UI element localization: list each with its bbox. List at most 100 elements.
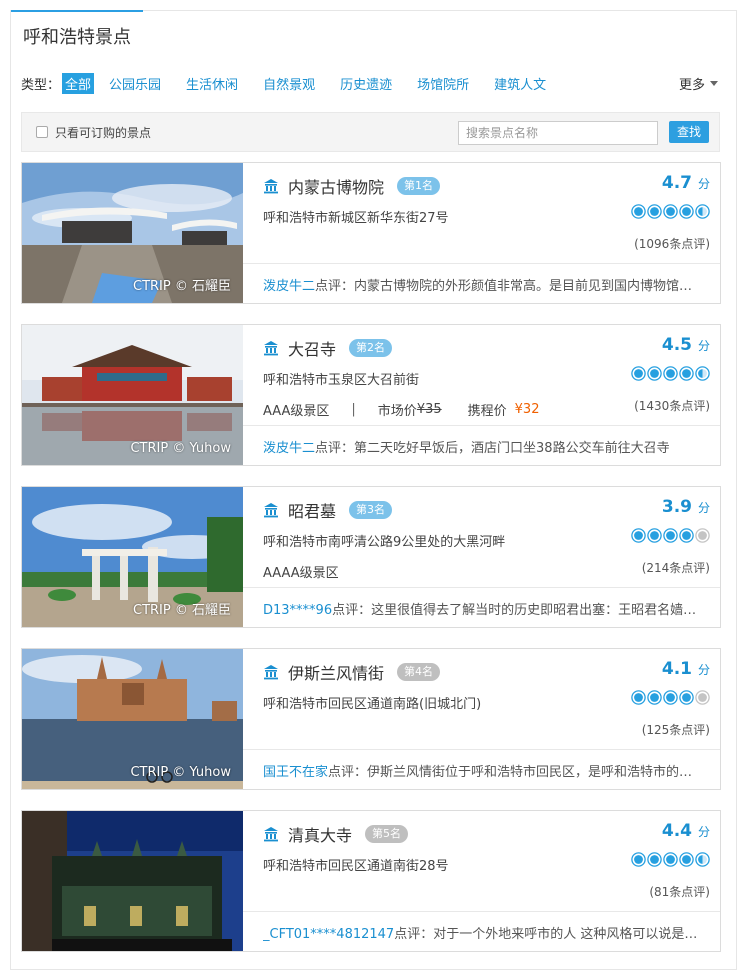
comment-text: 第二天吃好早饭后，酒店门口坐38路公交车前往大召寺 (354, 441, 670, 456)
rating-stars (630, 204, 710, 223)
caret-down-icon (710, 80, 718, 86)
type-filter-bar: 类型： 全部 公园乐园 生活休闲 自然景观 历史遗迹 场馆院所 建筑人文 更多 (21, 72, 718, 94)
comment-user-link[interactable]: D13****96 (263, 603, 332, 618)
spot-title-row: 清真大寺 第5名 (263, 822, 409, 846)
rating-star-icon (630, 528, 646, 547)
rating-star-icon (646, 528, 662, 547)
filter-leisure[interactable]: 生活休闲 (183, 73, 241, 94)
spot-card[interactable]: CTRIP © Yuhow 大召寺 第2名 呼和浩特市玉泉区大召前街 AAA级景… (21, 324, 721, 466)
rank-badge: 第2名 (349, 339, 393, 357)
ctrip-price-label: 携程价 (467, 404, 507, 419)
comment-text: 这里很值得去了解当时的历史即昭君出塞：王昭君名嫱字昭君 (371, 603, 700, 618)
score-value: 4.7 (661, 173, 692, 193)
review-count-link[interactable]: (81条点评) (649, 883, 710, 900)
top-comment[interactable]: _CFT01****4812147点评：对于一个外地来呼市的人 这种风格可以说是… (263, 923, 700, 942)
spot-address: 呼和浩特市回民区通道南街28号 (263, 859, 449, 874)
comment-user-link[interactable]: 国王不在家 (263, 765, 328, 780)
search-button[interactable]: 查找 (669, 121, 709, 143)
rating-stars (630, 366, 710, 385)
spot-card[interactable]: CTRIP © Yuhow 伊斯兰风情街 第4名 呼和浩特市回民区通道南路(旧城… (21, 648, 721, 790)
spot-card[interactable]: CTRIP © 石耀臣 内蒙古博物院 第1名 呼和浩特市新城区新华东街27号 4… (21, 162, 721, 304)
spot-name-link[interactable]: 昭君墓 (288, 498, 336, 522)
comment-text: 内蒙古博物院的外形颜值非常高。是目前见到国内博物馆中最漂亮的 (354, 279, 700, 294)
comment-verb: 点评： (328, 765, 368, 780)
filter-venues[interactable]: 场馆院所 (414, 73, 472, 94)
spot-score: 4.7 分 (662, 173, 710, 193)
spot-info: 昭君墓 第3名 呼和浩特市南呼清公路9公里处的大黑河畔 AAAA级景区 3.9 … (243, 487, 720, 587)
rating-stars (630, 528, 710, 547)
rating-star-icon (694, 528, 710, 547)
score-unit: 分 (697, 663, 710, 677)
rating-star-icon (662, 528, 678, 547)
review-count-link[interactable]: (125条点评) (642, 721, 710, 738)
spot-title-row: 大召寺 第2名 (263, 336, 393, 360)
spot-name-link[interactable]: 清真大寺 (288, 822, 352, 846)
spot-thumbnail[interactable]: CTRIP © Yuhow (22, 325, 243, 465)
rating-star-icon (678, 366, 694, 385)
spot-thumbnail[interactable]: CTRIP © 石耀臣 (22, 163, 243, 303)
filter-all[interactable]: 全部 (62, 72, 95, 94)
top-comment[interactable]: 国王不在家点评：伊斯兰风情街位于呼和浩特市回民区，是呼和浩特市的一条特色街 (263, 761, 700, 780)
spot-thumbnail[interactable] (22, 811, 243, 951)
rating-star-icon (694, 852, 710, 871)
rating-star-icon (630, 852, 646, 871)
photo-watermark: CTRIP © 石耀臣 (133, 279, 231, 294)
top-comment[interactable]: D13****96点评：这里很值得去了解当时的历史即昭君出塞：王昭君名嫱字昭君 (263, 599, 700, 618)
review-count-link[interactable]: (1430条点评) (634, 397, 710, 414)
bookable-only-checkbox[interactable] (36, 126, 48, 138)
rating-star-icon (678, 204, 694, 223)
scenic-level: AAA级景区 (263, 404, 330, 419)
separator: | (351, 402, 356, 417)
review-count-link[interactable]: (214条点评) (642, 559, 710, 576)
rating-star-icon (694, 204, 710, 223)
bookable-only-label[interactable]: 只看可订购的景点 (55, 124, 151, 141)
spot-thumbnail[interactable]: CTRIP © 石耀臣 (22, 487, 243, 627)
spot-extra-info: AAAA级景区 (263, 562, 339, 581)
spot-title-row: 昭君墓 第3名 (263, 498, 393, 522)
market-price-label: 市场价 (377, 404, 417, 419)
review-count-link[interactable]: (1096条点评) (634, 235, 710, 252)
rating-star-icon (694, 690, 710, 709)
type-filter-label: 类型： (21, 77, 61, 93)
filter-architecture[interactable]: 建筑人文 (491, 73, 549, 94)
card-divider (243, 587, 720, 588)
top-comment[interactable]: 泼皮牛二点评：第二天吃好早饭后，酒店门口坐38路公交车前往大召寺 (263, 437, 700, 456)
card-divider (243, 425, 720, 426)
photo-watermark: CTRIP © Yuhow (130, 765, 231, 780)
comment-verb: 点评： (394, 927, 434, 942)
spot-score: 4.5 分 (662, 335, 710, 355)
spot-search-input[interactable] (458, 121, 658, 145)
card-divider (243, 263, 720, 264)
comment-user-link[interactable]: 泼皮牛二 (263, 441, 315, 456)
top-divider (143, 10, 736, 11)
top-comment[interactable]: 泼皮牛二点评：内蒙古博物院的外形颜值非常高。是目前见到国内博物馆中最漂亮的 (263, 275, 700, 294)
spot-name-link[interactable]: 伊斯兰风情街 (288, 660, 384, 684)
spot-title-row: 伊斯兰风情街 第4名 (263, 660, 441, 684)
spot-extra-info: AAA级景区 | 市场价 ¥35 携程价 ¥32 (263, 400, 539, 419)
filter-history[interactable]: 历史遗迹 (337, 73, 395, 94)
comment-verb: 点评： (315, 441, 355, 456)
rank-badge: 第4名 (397, 663, 441, 681)
building-icon (263, 664, 279, 680)
more-filters-toggle[interactable]: 更多 (679, 74, 718, 93)
rating-star-icon (630, 204, 646, 223)
comment-verb: 点评： (315, 279, 355, 294)
spot-name-link[interactable]: 内蒙古博物院 (288, 174, 384, 198)
tab-accent-bar (11, 10, 143, 12)
rating-star-icon (662, 690, 678, 709)
photo-watermark: CTRIP © Yuhow (130, 441, 231, 456)
filter-nature[interactable]: 自然景观 (260, 73, 318, 94)
score-unit: 分 (697, 501, 710, 515)
comment-user-link[interactable]: _CFT01****4812147 (263, 927, 394, 942)
spot-thumbnail[interactable]: CTRIP © Yuhow (22, 649, 243, 789)
rank-badge: 第5名 (365, 825, 409, 843)
filter-parks[interactable]: 公园乐园 (106, 73, 164, 94)
comment-user-link[interactable]: 泼皮牛二 (263, 279, 315, 294)
score-unit: 分 (697, 825, 710, 839)
rating-star-icon (630, 366, 646, 385)
spot-name-link[interactable]: 大召寺 (288, 336, 336, 360)
spot-card[interactable]: 清真大寺 第5名 呼和浩特市回民区通道南街28号 4.4 分 (81条点评) _… (21, 810, 721, 952)
spot-address: 呼和浩特市新城区新华东街27号 (263, 211, 449, 226)
rating-star-icon (678, 690, 694, 709)
spot-card[interactable]: CTRIP © 石耀臣 昭君墓 第3名 呼和浩特市南呼清公路9公里处的大黑河畔 … (21, 486, 721, 628)
